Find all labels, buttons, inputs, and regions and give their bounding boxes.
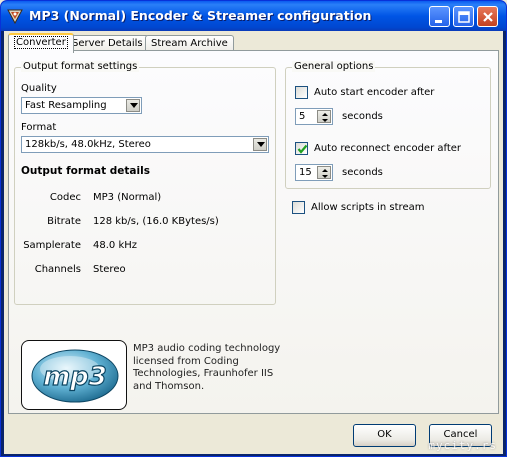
minimize-button[interactable]	[429, 6, 450, 27]
format-dropdown[interactable]: 128kb/s, 48.0kHz, Stereo	[21, 136, 269, 153]
ok-button[interactable]: OK	[353, 424, 416, 447]
auto-reconnect-unit: seconds	[342, 167, 383, 178]
output-format-group-title: Output format settings	[21, 61, 140, 72]
quality-dropdown-arrow[interactable]	[126, 99, 140, 112]
tab-server-details-label: Server Details	[72, 38, 143, 49]
auto-reconnect-spin-buttons[interactable]	[317, 166, 331, 179]
chevron-down-icon	[257, 142, 265, 147]
spin-updown-icon	[322, 113, 328, 122]
output-format-group: Output format settings Quality Fast Resa…	[14, 61, 276, 305]
samplerate-value: 48.0 kHz	[93, 240, 138, 251]
format-dropdown-arrow[interactable]	[253, 138, 267, 151]
title-bar[interactable]: MP3 (Normal) Encoder & Streamer configur…	[1, 1, 506, 31]
chevron-down-icon	[130, 103, 138, 108]
tab-converter[interactable]: Converter	[8, 33, 74, 53]
converter-tab-panel: Output format settings Quality Fast Resa…	[8, 50, 499, 414]
auto-reconnect-label: Auto reconnect encoder after	[314, 143, 462, 154]
dialog-window: MP3 (Normal) Encoder & Streamer configur…	[0, 0, 507, 457]
output-format-details-title: Output format details	[21, 165, 150, 177]
general-options-group-title: General options	[292, 61, 376, 72]
close-button[interactable]	[477, 6, 498, 27]
allow-scripts-label: Allow scripts in stream	[311, 202, 425, 213]
mp3-logo-text: mp3	[43, 362, 107, 392]
codec-value: MP3 (Normal)	[93, 192, 162, 203]
samplerate-label: Samplerate	[23, 240, 81, 251]
watermark: mycity.rs	[428, 439, 497, 452]
allow-scripts-checkbox[interactable]	[292, 201, 305, 214]
codec-label: Codec	[49, 192, 81, 203]
auto-start-value: 5	[299, 111, 306, 122]
auto-reconnect-value: 15	[299, 167, 312, 178]
format-value: 128kb/s, 48.0kHz, Stereo	[25, 139, 151, 150]
window-title: MP3 (Normal) Encoder & Streamer configur…	[29, 8, 372, 23]
channels-value: Stereo	[93, 264, 126, 275]
bitrate-label: Bitrate	[47, 216, 81, 227]
maximize-icon	[458, 11, 470, 23]
close-icon	[483, 12, 493, 22]
auto-reconnect-checkbox[interactable]	[295, 142, 308, 155]
app-icon	[7, 9, 23, 24]
minimize-icon	[435, 20, 442, 23]
general-options-group: General options Auto start encoder after…	[285, 61, 491, 189]
auto-start-checkbox[interactable]	[295, 86, 308, 99]
dialog-client-area: Converter Server Details Stream Archive …	[4, 31, 503, 454]
maximize-button[interactable]	[453, 6, 474, 27]
spin-updown-icon	[322, 169, 328, 178]
checkmark-icon	[297, 144, 308, 154]
bitrate-value: 128 kb/s, (16.0 KBytes/s)	[93, 216, 219, 227]
mp3-logo-icon: mp3	[31, 349, 119, 403]
auto-start-spin-buttons[interactable]	[317, 110, 331, 123]
auto-start-spinner[interactable]: 5	[295, 108, 333, 125]
auto-reconnect-spinner[interactable]: 15	[295, 164, 333, 181]
channels-label: Channels	[34, 264, 81, 275]
quality-dropdown[interactable]: Fast Resampling	[21, 97, 142, 114]
tab-converter-label: Converter	[14, 36, 68, 49]
quality-label: Quality	[21, 83, 57, 94]
tab-stream-archive-label: Stream Archive	[151, 38, 228, 49]
auto-start-unit: seconds	[342, 111, 383, 122]
mp3-logo: mp3	[21, 340, 127, 410]
auto-start-label: Auto start encoder after	[314, 87, 435, 98]
quality-value: Fast Resampling	[25, 100, 107, 111]
format-label: Format	[21, 122, 57, 133]
license-text: MP3 audio coding technology licensed fro…	[133, 343, 281, 392]
